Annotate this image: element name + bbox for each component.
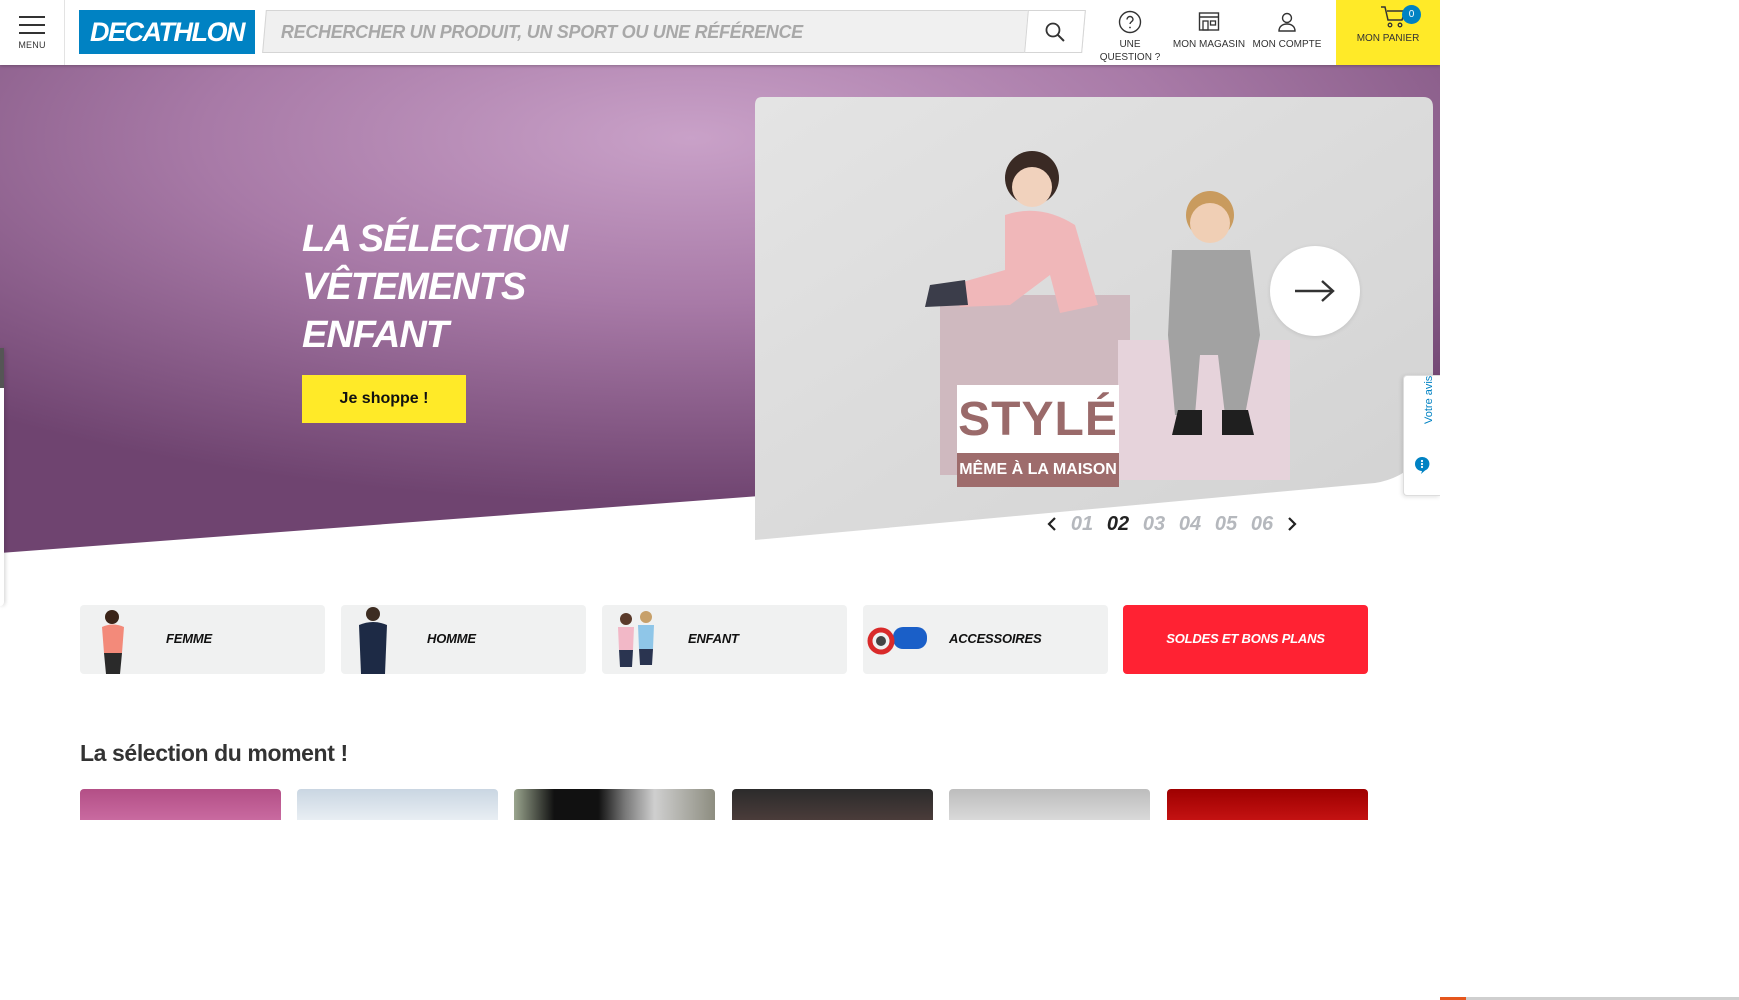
hamburger-icon — [19, 15, 45, 34]
menu-button[interactable]: MENU — [0, 0, 65, 65]
hero-stamp: STYLÉ MÊME À LA MAISON — [957, 385, 1119, 490]
decathlon-logo[interactable]: DECATHLON — [79, 10, 255, 54]
carousel-page-06[interactable]: 06 — [1244, 513, 1280, 536]
carousel-next-button[interactable] — [1280, 512, 1304, 536]
hero-next-button[interactable] — [1270, 246, 1360, 336]
search-button[interactable] — [1024, 10, 1086, 53]
category-label: HOMME — [427, 631, 476, 646]
stamp-main-text: STYLÉ — [957, 385, 1119, 453]
user-icon — [1278, 12, 1296, 32]
hero-title: LA SÉLECTION VÊTEMENTS ENFANT — [302, 215, 702, 359]
feedback-tab[interactable]: Votre avis — [1403, 375, 1440, 496]
hero-title-line-2: VÊTEMENTS — [302, 266, 526, 308]
logo-text: DECATHLON — [90, 16, 245, 47]
carousel-page-03[interactable]: 03 — [1136, 513, 1172, 536]
store-link[interactable]: MON MAGASIN — [1172, 10, 1246, 65]
menu-label: MENU — [18, 39, 46, 50]
store-icon — [1198, 12, 1220, 31]
question-link[interactable]: UNE QUESTION ? — [1093, 10, 1167, 65]
selection-card-2[interactable] — [297, 789, 498, 820]
section-title: La sélection du moment ! — [80, 740, 348, 766]
search-bar[interactable]: RECHERCHER UN PRODUIT, UN SPORT OU UNE R… — [262, 10, 1086, 53]
selection-card-6[interactable] — [1167, 789, 1368, 820]
speech-bubble-icon — [1415, 456, 1430, 474]
account-label: MON COMPTE — [1252, 39, 1322, 50]
category-homme[interactable]: HOMME — [341, 605, 586, 674]
category-label: SOLDES ET BONS PLANS — [1166, 631, 1325, 646]
accessoires-thumbnail — [867, 627, 927, 655]
selection-card-3[interactable] — [514, 789, 715, 820]
hero-title-line-1: LA SÉLECTION — [302, 218, 568, 260]
account-link[interactable]: MON COMPTE — [1250, 10, 1324, 65]
shop-now-button[interactable]: Je shoppe ! — [302, 375, 466, 423]
enfant-thumbnail — [618, 611, 654, 667]
search-icon — [1045, 22, 1065, 42]
category-label: ACCESSOIRES — [949, 631, 1042, 646]
cart-count-badge: 0 — [1402, 5, 1421, 24]
arrow-right-icon — [1295, 280, 1335, 302]
category-label: ENFANT — [688, 631, 739, 646]
femme-thumbnail — [102, 610, 124, 674]
carousel-page-01[interactable]: 01 — [1064, 513, 1100, 536]
side-drawer-handle[interactable] — [0, 348, 4, 388]
category-soldes[interactable]: SOLDES ET BONS PLANS — [1123, 605, 1368, 674]
feedback-label: Votre avis — [1423, 375, 1435, 424]
selection-card-1[interactable] — [80, 789, 281, 820]
search-input[interactable]: RECHERCHER UN PRODUIT, UN SPORT OU UNE R… — [281, 22, 803, 43]
question-icon — [1118, 10, 1142, 34]
cart-label: MON PANIER — [1356, 33, 1420, 44]
category-enfant[interactable]: ENFANT — [602, 605, 847, 674]
store-label: MON MAGASIN — [1172, 39, 1246, 50]
category-accessoires[interactable]: ACCESSOIRES — [863, 605, 1108, 674]
selection-card-4[interactable] — [732, 789, 933, 820]
hero-background — [0, 65, 1440, 553]
site-header: MENU DECATHLON RECHERCHER UN PRODUIT, UN… — [0, 0, 1440, 65]
page-viewport: MENU DECATHLON RECHERCHER UN PRODUIT, UN… — [0, 0, 1440, 820]
category-label: FEMME — [166, 631, 212, 646]
carousel-pagination: 01 02 03 04 05 06 — [1040, 509, 1304, 539]
carousel-page-02[interactable]: 02 — [1100, 513, 1136, 536]
carousel-prev-button[interactable] — [1040, 512, 1064, 536]
carousel-page-05[interactable]: 05 — [1208, 513, 1244, 536]
chevron-left-icon — [1047, 517, 1056, 531]
carousel-page-04[interactable]: 04 — [1172, 513, 1208, 536]
question-label: UNE QUESTION ? — [1099, 39, 1161, 63]
chevron-right-icon — [1288, 517, 1297, 531]
hero-title-line-3: ENFANT — [302, 314, 449, 356]
homme-thumbnail — [359, 607, 387, 674]
cart-button[interactable]: 0 MON PANIER — [1336, 0, 1440, 65]
hero-carousel: LA SÉLECTION VÊTEMENTS ENFANT Je shoppe … — [0, 65, 1440, 555]
selection-card-5[interactable] — [949, 789, 1150, 820]
category-bar: FEMME HOMME ENFANT ACCESSOIRES SOLDES ET… — [80, 605, 1368, 674]
category-femme[interactable]: FEMME — [80, 605, 325, 674]
stamp-sub-text: MÊME À LA MAISON — [957, 453, 1119, 487]
